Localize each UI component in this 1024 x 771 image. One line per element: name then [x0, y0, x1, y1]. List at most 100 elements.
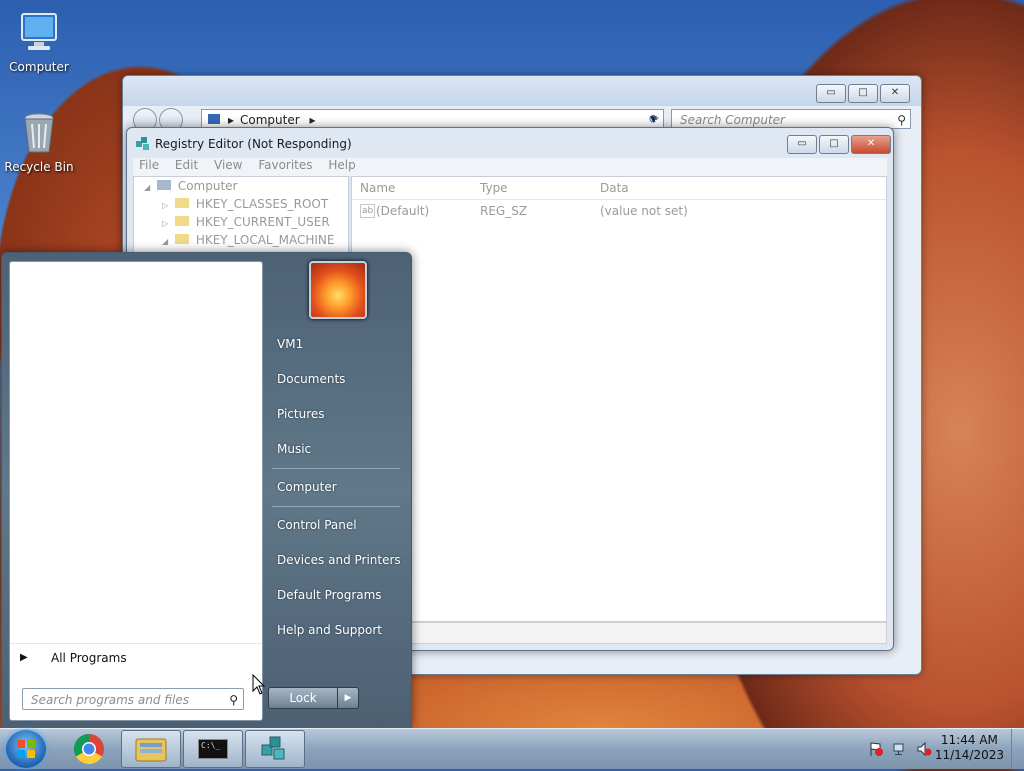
- start-item-help-support[interactable]: Help and Support: [277, 623, 382, 637]
- expand-arrow-icon: ▶: [20, 652, 28, 663]
- expand-arrow-icon[interactable]: ▷: [162, 219, 168, 228]
- chrome-icon: [73, 734, 104, 765]
- desktop-icon-recycle-bin[interactable]: Recycle Bin: [0, 110, 78, 174]
- clock-time: 11:44 AM: [940, 733, 998, 747]
- cmd-taskbar-button[interactable]: C:\_: [183, 730, 243, 768]
- explorer-search-placeholder: Search Computer: [680, 113, 785, 127]
- action-center-flag-icon[interactable]: [868, 741, 884, 757]
- tree-node-label: HKEY_LOCAL_MACHINE: [195, 233, 335, 247]
- start-menu-right-pane: VM1 Documents Pictures Music Computer Co…: [270, 253, 410, 728]
- status-bar: [351, 622, 887, 644]
- start-item-computer[interactable]: Computer: [277, 480, 337, 494]
- start-search-input[interactable]: Search programs and files ⚲: [22, 688, 244, 710]
- menu-view[interactable]: View: [214, 158, 242, 172]
- taskbar: C:\_ 11:44 AM 11/14/2023: [0, 728, 1024, 769]
- tree-node-hklm[interactable]: ◢ HKEY_LOCAL_MACHINE: [134, 231, 348, 249]
- start-item-music[interactable]: Music: [277, 442, 311, 456]
- start-item-control-panel[interactable]: Control Panel: [277, 518, 357, 532]
- computer-small-icon: [156, 180, 171, 190]
- all-programs-label: All Programs: [51, 651, 127, 665]
- breadcrumb-computer[interactable]: Computer: [240, 113, 300, 127]
- desktop-icon-computer[interactable]: Computer: [0, 10, 78, 74]
- value-name: (Default): [376, 204, 430, 218]
- column-header-data[interactable]: Data: [600, 177, 629, 199]
- start-menu: ▶ All Programs Search programs and files…: [1, 252, 412, 729]
- tree-node-label: HKEY_CLASSES_ROOT: [195, 197, 329, 211]
- explorer-window-controls: ▭ □ ✕: [816, 84, 910, 103]
- start-item-default-programs[interactable]: Default Programs: [277, 588, 382, 602]
- computer-icon: [16, 10, 62, 56]
- menu-file[interactable]: File: [139, 158, 159, 172]
- tree-node-hkcr[interactable]: ▷ HKEY_CLASSES_ROOT: [134, 195, 348, 213]
- show-desktop-button[interactable]: [1011, 729, 1024, 769]
- refresh-button[interactable]: ⟳: [643, 109, 665, 129]
- address-bar[interactable]: ▸ Computer ▸ ▼: [201, 109, 664, 129]
- folder-icon: [135, 738, 167, 762]
- tree-node-label: Computer: [177, 179, 238, 193]
- start-search-placeholder: Search programs and files: [31, 693, 189, 707]
- start-item-documents[interactable]: Documents: [277, 372, 345, 386]
- recycle-bin-icon: [16, 110, 62, 156]
- network-icon[interactable]: [892, 741, 908, 757]
- value-type: REG_SZ: [480, 204, 528, 218]
- close-button[interactable]: ✕: [851, 135, 891, 154]
- command-prompt-icon: C:\_: [198, 739, 228, 759]
- list-header: Name Type Data: [352, 177, 886, 200]
- start-item-devices-printers[interactable]: Devices and Printers: [277, 553, 401, 567]
- window-title: Registry Editor (Not Responding): [155, 137, 352, 151]
- values-list[interactable]: Name Type Data ab (Default) REG_SZ (valu…: [351, 176, 887, 622]
- folder-icon: [174, 216, 189, 226]
- registry-tree[interactable]: ◢ Computer ▷ HKEY_CLASSES_ROOT ▷ HKEY_CU…: [133, 176, 349, 254]
- regedit-taskbar-button[interactable]: [245, 730, 305, 768]
- regedit-icon: [261, 736, 285, 760]
- maximize-button[interactable]: □: [848, 84, 878, 103]
- regedit-app-icon: [135, 136, 151, 152]
- lock-button[interactable]: Lock: [268, 687, 338, 709]
- value-data: (value not set): [600, 204, 688, 218]
- volume-muted-icon[interactable]: [916, 741, 932, 757]
- start-menu-separator: [272, 506, 400, 507]
- desktop-icon-label: Computer: [9, 60, 69, 74]
- tree-node-label: HKEY_CURRENT_USER: [195, 215, 330, 229]
- column-header-name[interactable]: Name: [360, 177, 395, 199]
- start-button[interactable]: [6, 730, 46, 768]
- breadcrumb-arrow-icon: ▸: [309, 113, 316, 127]
- maximize-button[interactable]: □: [819, 135, 849, 154]
- expand-arrow-icon[interactable]: ▷: [162, 201, 168, 210]
- collapse-arrow-icon[interactable]: ◢: [144, 183, 150, 192]
- chrome-taskbar-button[interactable]: [62, 731, 116, 767]
- table-row[interactable]: ab (Default) REG_SZ (value not set): [352, 200, 886, 222]
- start-item-user[interactable]: VM1: [277, 337, 303, 351]
- minimize-button[interactable]: ▭: [787, 135, 817, 154]
- menu-edit[interactable]: Edit: [175, 158, 198, 172]
- close-button[interactable]: ✕: [880, 84, 910, 103]
- explorer-search-input[interactable]: Search Computer ⚲: [671, 109, 911, 129]
- regedit-window-controls: ▭ □ ✕: [787, 135, 891, 154]
- start-menu-programs-pane: ▶ All Programs Search programs and files…: [9, 261, 263, 721]
- string-value-icon: ab: [360, 204, 376, 218]
- column-header-type[interactable]: Type: [480, 177, 508, 199]
- windows-logo-icon: [17, 740, 35, 758]
- start-item-pictures[interactable]: Pictures: [277, 407, 325, 421]
- shutdown-options-button[interactable]: ▶: [337, 687, 359, 709]
- explorer-taskbar-button[interactable]: [121, 730, 181, 768]
- mouse-cursor-icon: [252, 673, 266, 699]
- menu-favorites[interactable]: Favorites: [258, 158, 312, 172]
- search-icon: ⚲: [897, 113, 906, 127]
- tree-node-hkcu[interactable]: ▷ HKEY_CURRENT_USER: [134, 213, 348, 231]
- clock-date: 11/14/2023: [934, 748, 1004, 762]
- menu-bar: File Edit View Favorites Help: [133, 158, 887, 176]
- minimize-button[interactable]: ▭: [816, 84, 846, 103]
- folder-icon: [174, 198, 189, 208]
- search-icon: ⚲: [229, 693, 238, 707]
- desktop-icon-label: Recycle Bin: [4, 160, 74, 174]
- collapse-arrow-icon[interactable]: ◢: [162, 237, 168, 246]
- all-programs-button[interactable]: ▶ All Programs: [10, 643, 262, 672]
- start-menu-separator: [272, 468, 400, 469]
- computer-small-icon: [208, 114, 220, 124]
- explorer-titlebar[interactable]: [123, 76, 921, 106]
- system-clock[interactable]: 11:44 AM 11/14/2023: [935, 733, 1004, 763]
- menu-help[interactable]: Help: [328, 158, 355, 172]
- tree-node-computer[interactable]: ◢ Computer: [134, 177, 348, 195]
- folder-icon: [174, 234, 189, 244]
